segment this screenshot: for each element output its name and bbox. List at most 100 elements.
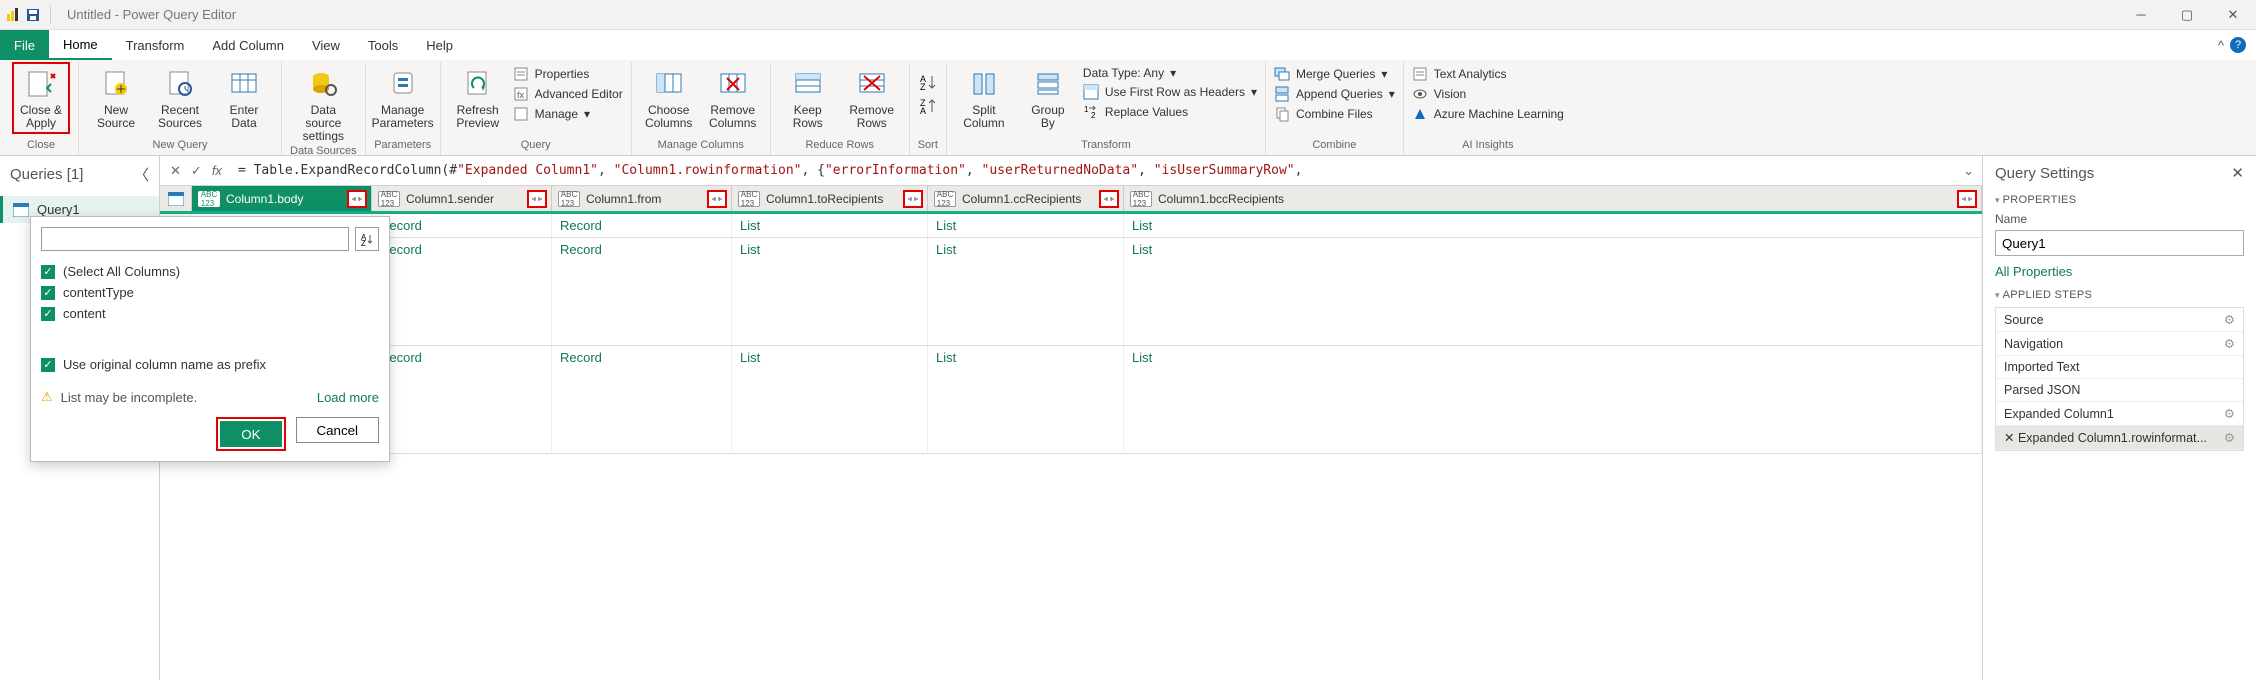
replace-values-button[interactable]: 12Replace Values [1083, 104, 1257, 120]
cell[interactable]: Record [552, 238, 732, 345]
sort-asc-button[interactable]: AZ [918, 72, 938, 92]
expand-icon[interactable] [527, 190, 547, 208]
cell[interactable]: List [928, 238, 1124, 345]
formula-text[interactable]: = Table.ExpandRecordColumn(#"Expanded Co… [238, 163, 1955, 178]
gear-icon[interactable]: ⚙ [2224, 336, 2235, 351]
minimize-button[interactable]: ─ [2118, 0, 2164, 30]
column-header-to[interactable]: ABC123Column1.toRecipients [732, 186, 928, 211]
column-header-from[interactable]: ABC123Column1.from [552, 186, 732, 211]
expand-icon[interactable] [1099, 190, 1119, 208]
close-window-button[interactable]: ✕ [2210, 0, 2256, 30]
row-header-corner[interactable] [160, 186, 192, 211]
help-icon[interactable]: ? [2230, 37, 2246, 53]
query-name-input[interactable] [1995, 230, 2244, 256]
expand-icon[interactable] [707, 190, 727, 208]
formula-expand-icon[interactable]: ⌄ [1955, 163, 1982, 179]
cell[interactable]: Record [372, 238, 552, 345]
remove-rows-button[interactable]: Remove Rows [843, 62, 901, 130]
tab-file[interactable]: File [0, 30, 49, 60]
cancel-button[interactable]: Cancel [296, 417, 380, 443]
close-apply-button[interactable]: Close & Apply [12, 62, 70, 134]
tab-transform[interactable]: Transform [112, 30, 199, 60]
ok-button[interactable]: OK [220, 421, 281, 447]
cell[interactable]: Record [372, 346, 552, 453]
close-settings-icon[interactable]: ✕ [2231, 164, 2244, 182]
maximize-button[interactable]: ▢ [2164, 0, 2210, 30]
svg-text:Z: Z [920, 82, 926, 92]
expand-icon[interactable] [903, 190, 923, 208]
cell[interactable]: List [1124, 238, 1982, 345]
split-column-button[interactable]: Split Column [955, 62, 1013, 130]
step-item[interactable]: Expanded Column1⚙ [1996, 402, 2243, 426]
formula-bar: ✕ ✓ fx = Table.ExpandRecordColumn(#"Expa… [160, 156, 1982, 186]
cell[interactable]: List [1124, 346, 1982, 453]
merge-queries-button[interactable]: Merge Queries ▾ [1274, 66, 1395, 82]
formula-accept-icon[interactable]: ✓ [191, 163, 202, 179]
applied-steps-section[interactable]: APPLIED STEPS [1995, 289, 2244, 301]
cell[interactable]: Record [552, 346, 732, 453]
cell[interactable]: List [732, 346, 928, 453]
tab-home[interactable]: Home [49, 30, 112, 60]
fx-icon[interactable]: fx [212, 163, 222, 178]
choose-columns-button[interactable]: Choose Columns [640, 62, 698, 130]
new-source-button[interactable]: New Source [87, 62, 145, 130]
first-row-headers-button[interactable]: Use First Row as Headers ▾ [1083, 84, 1257, 100]
cell[interactable]: Record [372, 214, 552, 237]
refresh-preview-button[interactable]: Refresh Preview [449, 62, 507, 130]
select-all-checkbox[interactable]: ✓(Select All Columns) [41, 261, 379, 282]
cell[interactable]: List [928, 214, 1124, 237]
tab-help[interactable]: Help [412, 30, 467, 60]
recent-sources-button[interactable]: Recent Sources [151, 62, 209, 130]
vision-button[interactable]: Vision [1412, 86, 1564, 102]
save-icon[interactable] [26, 8, 40, 22]
column-header-body[interactable]: ABC123Column1.body [192, 186, 372, 211]
cell[interactable]: Record [552, 214, 732, 237]
gear-icon[interactable]: ⚙ [2224, 406, 2235, 421]
append-queries-button[interactable]: Append Queries ▾ [1274, 86, 1395, 102]
advanced-editor-button[interactable]: fxAdvanced Editor [513, 86, 623, 102]
expand-icon[interactable] [347, 190, 367, 208]
azure-ml-button[interactable]: Azure Machine Learning [1412, 106, 1564, 122]
manage-parameters-button[interactable]: Manage Parameters [374, 62, 432, 130]
cell[interactable]: List [732, 238, 928, 345]
tab-view[interactable]: View [298, 30, 354, 60]
gear-icon[interactable]: ⚙ [2224, 312, 2235, 327]
combine-files-button[interactable]: Combine Files [1274, 106, 1395, 122]
collapse-queries-icon[interactable]: 〈 [134, 164, 149, 185]
tab-add-column[interactable]: Add Column [198, 30, 298, 60]
cell[interactable]: List [732, 214, 928, 237]
column-checkbox[interactable]: ✓content [41, 303, 379, 324]
gear-icon[interactable]: ⚙ [2224, 430, 2235, 445]
step-item[interactable]: Source⚙ [1996, 308, 2243, 332]
enter-data-button[interactable]: Enter Data [215, 62, 273, 130]
keep-rows-button[interactable]: Keep Rows [779, 62, 837, 130]
ribbon-collapse-icon[interactable]: ^ [2218, 38, 2224, 53]
sort-columns-button[interactable]: AZ [355, 227, 379, 251]
properties-section[interactable]: PROPERTIES [1995, 194, 2244, 206]
all-properties-link[interactable]: All Properties [1995, 264, 2072, 279]
step-item[interactable]: Imported Text [1996, 356, 2243, 379]
expand-search-input[interactable] [41, 227, 349, 251]
data-type-button[interactable]: Data Type: Any ▾ [1083, 66, 1257, 80]
remove-columns-button[interactable]: Remove Columns [704, 62, 762, 130]
step-item[interactable]: ✕ Expanded Column1.rowinformat...⚙ [1996, 426, 2243, 450]
cell[interactable]: List [1124, 214, 1982, 237]
text-analytics-button[interactable]: Text Analytics [1412, 66, 1564, 82]
step-item[interactable]: Parsed JSON [1996, 379, 2243, 402]
step-item[interactable]: Navigation⚙ [1996, 332, 2243, 356]
manage-button[interactable]: Manage ▾ [513, 106, 623, 122]
prefix-checkbox[interactable]: ✓Use original column name as prefix [41, 354, 379, 375]
column-header-bcc[interactable]: ABC123Column1.bccRecipients [1124, 186, 1982, 211]
properties-button[interactable]: Properties [513, 66, 623, 82]
load-more-link[interactable]: Load more [317, 390, 379, 405]
cell[interactable]: List [928, 346, 1124, 453]
formula-cancel-icon[interactable]: ✕ [170, 163, 181, 179]
column-header-sender[interactable]: ABC123Column1.sender [372, 186, 552, 211]
tab-tools[interactable]: Tools [354, 30, 412, 60]
column-checkbox[interactable]: ✓contentType [41, 282, 379, 303]
sort-desc-button[interactable]: ZA [918, 96, 938, 116]
column-header-cc[interactable]: ABC123Column1.ccRecipients [928, 186, 1124, 211]
group-by-button[interactable]: Group By [1019, 62, 1077, 130]
data-source-settings-button[interactable]: Data source settings [294, 62, 352, 143]
expand-icon[interactable] [1957, 190, 1977, 208]
